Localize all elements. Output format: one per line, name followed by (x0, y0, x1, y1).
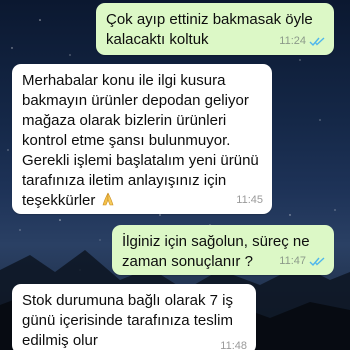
message-meta: 11:47 (279, 251, 325, 271)
message-text: Stok durumuna bağlı olarak 7 iş günü içe… (22, 292, 233, 349)
read-double-check-icon (309, 36, 325, 46)
message-time: 11:47 (279, 255, 306, 267)
read-double-check-icon (309, 256, 325, 266)
message-body: Merhabalar konu ile ilgi kusura bakmayın… (22, 72, 259, 209)
message-time: 11:24 (279, 35, 306, 47)
incoming-message-bubble[interactable]: Stok durumuna bağlı olarak 7 iş günü içe… (12, 284, 256, 350)
message-text: Merhabalar konu ile ilgi kusura bakmayın… (22, 71, 262, 211)
outgoing-message-bubble[interactable]: İlginiz için sağolun, süreç ne zaman son… (112, 225, 334, 275)
message-meta: 11:48 (220, 336, 247, 350)
outgoing-message-bubble[interactable]: Çok ayıp ettiniz bakmasak öyle kalacaktı… (96, 3, 334, 55)
message-time: 11:48 (220, 340, 247, 350)
incoming-message-bubble[interactable]: Merhabalar konu ile ilgi kusura bakmayın… (12, 64, 272, 214)
message-meta: 11:24 (279, 31, 325, 51)
folded-hands-emoji (102, 192, 113, 206)
message-meta: 11:45 (236, 190, 263, 210)
message-time: 11:45 (236, 194, 263, 206)
